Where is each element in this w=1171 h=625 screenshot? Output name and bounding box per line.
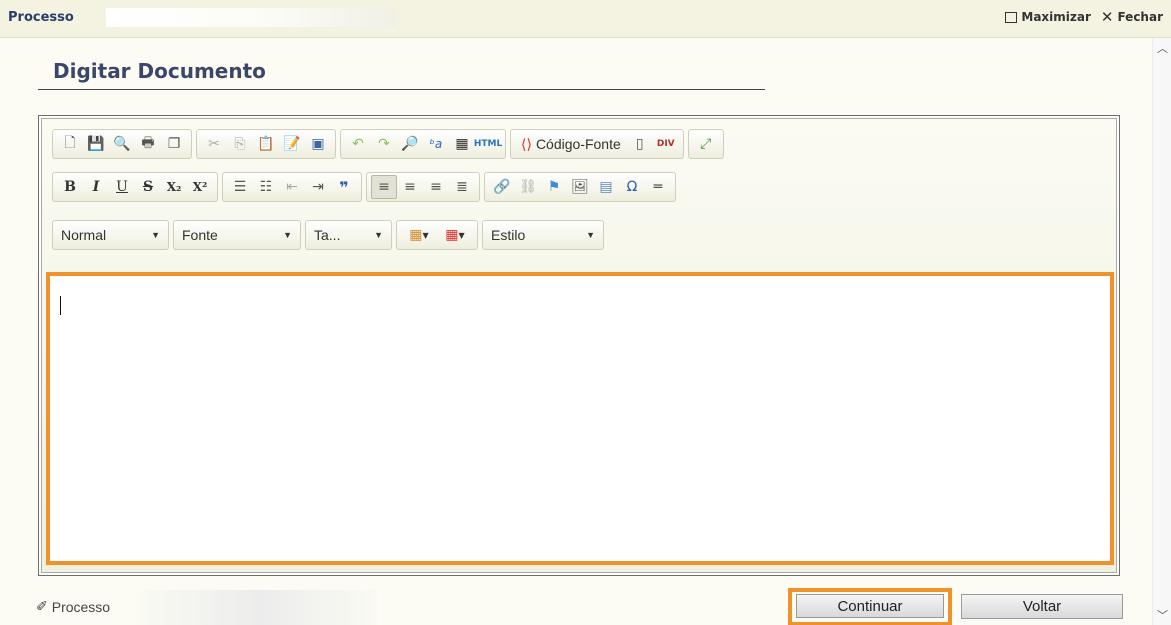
chevron-down-icon: ▼ xyxy=(586,230,595,240)
image-icon[interactable]: 🖼 xyxy=(567,175,593,199)
toolbar-group-maximize: ⤢ xyxy=(687,129,724,159)
paste-icon[interactable]: 📋 xyxy=(253,132,279,156)
content-area: Digitar Documento 🗋 💾 🔍 🖶 ❐ ✂ ⎘ 📋 📝 ▣ ↶ … xyxy=(0,38,1152,625)
html-icon[interactable]: HTML xyxy=(474,132,502,156)
maximize-editor-icon[interactable]: ⤢ xyxy=(693,132,719,156)
source-code-button[interactable]: ⟨⟩ Código-Fonte xyxy=(515,132,627,156)
italic-icon[interactable]: I xyxy=(83,175,109,199)
numbered-list-icon[interactable]: ☰ xyxy=(227,175,253,199)
undo-icon[interactable]: ↶ xyxy=(345,132,371,156)
bulleted-list-icon[interactable]: ☷ xyxy=(253,175,279,199)
align-right-icon[interactable]: ≡ xyxy=(423,175,449,199)
chevron-up-icon[interactable]: ︿ xyxy=(1153,40,1171,56)
redacted-process-id xyxy=(106,8,396,27)
window-titlebar: Processo Maximizar ✕ Fechar xyxy=(0,0,1171,38)
redo-icon[interactable]: ↷ xyxy=(371,132,397,156)
bg-color-icon[interactable]: ▦ ▼ xyxy=(437,223,473,247)
copy-icon[interactable]: ⎘ xyxy=(227,132,253,156)
chevron-down-icon: ▼ xyxy=(374,230,383,240)
redacted-process-number xyxy=(140,590,377,625)
process-link[interactable]: ✐ Processo xyxy=(36,598,110,615)
bold-icon[interactable]: B xyxy=(57,175,83,199)
text-cursor xyxy=(60,296,61,315)
new-page-icon[interactable]: 🗋 xyxy=(57,132,83,156)
underline-icon[interactable]: U xyxy=(109,175,135,199)
rich-text-editor: 🗋 💾 🔍 🖶 ❐ ✂ ⎘ 📋 📝 ▣ ↶ ↷ 🔎 ᵇa ▦ HTML ⟨⟩ C… xyxy=(38,115,1120,576)
toolbar-group-insert: 🔗 ⛓ ⚑ 🖼 ▤ Ω ═ xyxy=(484,172,676,202)
editor-content-area[interactable] xyxy=(46,272,1114,565)
outdent-icon[interactable]: ⇤ xyxy=(279,175,305,199)
find-icon[interactable]: 🔎 xyxy=(397,132,423,156)
format-select[interactable]: Normal ▼ xyxy=(52,220,169,250)
size-value: Ta... xyxy=(314,227,341,243)
toolbar-group-source: ⟨⟩ Código-Fonte ▯ DIV xyxy=(510,129,684,159)
toolbar-group-basicstyles: B I U S X₂ X² xyxy=(52,172,218,202)
page-title: Digitar Documento xyxy=(53,59,266,83)
paste-word-icon[interactable]: ▣ xyxy=(305,132,331,156)
link-icon[interactable]: 🔗 xyxy=(489,175,515,199)
anchor-icon[interactable]: ⚑ xyxy=(541,175,567,199)
preview-icon[interactable]: 🔍 xyxy=(109,132,135,156)
special-char-icon[interactable]: Ω xyxy=(619,175,645,199)
font-value: Fonte xyxy=(182,227,218,243)
toolbar-group-paragraph: ☰ ☷ ⇤ ⇥ ❞ xyxy=(222,172,362,202)
close-icon: ✕ xyxy=(1100,8,1114,26)
continue-button[interactable]: Continuar xyxy=(796,594,944,618)
source-code-label: Código-Fonte xyxy=(535,136,621,152)
div-container-icon[interactable]: DIV xyxy=(653,132,679,156)
toolbar-group-document: 🗋 💾 🔍 🖶 ❐ xyxy=(52,129,192,159)
font-select[interactable]: Fonte ▼ xyxy=(173,220,301,250)
pencil-icon: ✐ xyxy=(36,598,48,614)
process-link-label: Processo xyxy=(51,598,111,615)
text-color-icon[interactable]: ▦ ▼ xyxy=(401,223,437,247)
style-select[interactable]: Estilo ▼ xyxy=(482,220,604,250)
continue-button-highlight: Continuar xyxy=(788,588,952,625)
back-button[interactable]: Voltar xyxy=(961,594,1123,619)
toolbar-group-history: ↶ ↷ 🔎 ᵇa ▦ HTML xyxy=(340,129,506,159)
editor-chrome: 🗋 💾 🔍 🖶 ❐ ✂ ⎘ 📋 📝 ▣ ↶ ↷ 🔎 ᵇa ▦ HTML ⟨⟩ C… xyxy=(41,118,1117,573)
templates-icon[interactable]: ❐ xyxy=(161,132,187,156)
blockquote-icon[interactable]: ❞ xyxy=(331,175,357,199)
show-blocks-icon[interactable]: ▯ xyxy=(627,132,653,156)
source-code-icon: ⟨⟩ xyxy=(521,135,532,152)
toolbar-row-1: 🗋 💾 🔍 🖶 ❐ ✂ ⎘ 📋 📝 ▣ ↶ ↷ 🔎 ᵇa ▦ HTML ⟨⟩ C… xyxy=(52,129,724,159)
toolbar-group-colors: ▦ ▼ ▦ ▼ xyxy=(396,220,478,250)
close-button[interactable]: ✕ Fechar xyxy=(1100,8,1163,26)
close-label: Fechar xyxy=(1117,10,1163,24)
vertical-scrollbar[interactable]: ︿ ﹀ xyxy=(1152,38,1171,625)
table-icon[interactable]: ▤ xyxy=(593,175,619,199)
align-center-icon[interactable]: ≡ xyxy=(397,175,423,199)
cut-icon[interactable]: ✂ xyxy=(201,132,227,156)
chevron-down-icon: ▼ xyxy=(151,230,160,240)
superscript-icon[interactable]: X² xyxy=(187,175,213,199)
print-icon[interactable]: 🖶 xyxy=(135,132,161,156)
chevron-down-icon[interactable]: ﹀ xyxy=(1153,607,1171,623)
heading-divider xyxy=(38,89,765,90)
window-title: Processo xyxy=(8,10,74,25)
chevron-down-icon: ▼ xyxy=(283,230,292,240)
paste-text-icon[interactable]: 📝 xyxy=(279,132,305,156)
maximize-icon xyxy=(1005,11,1018,23)
save-icon[interactable]: 💾 xyxy=(83,132,109,156)
toolbar-group-clipboard: ✂ ⎘ 📋 📝 ▣ xyxy=(196,129,336,159)
horizontal-rule-icon[interactable]: ═ xyxy=(645,175,671,199)
align-left-icon[interactable]: ≡ xyxy=(371,175,397,199)
unlink-icon[interactable]: ⛓ xyxy=(515,175,541,199)
strike-icon[interactable]: S xyxy=(135,175,161,199)
justify-icon[interactable]: ≣ xyxy=(449,175,475,199)
toolbar-row-2: B I U S X₂ X² ☰ ☷ ⇤ ⇥ ❞ ≡ ≡ ≡ ≣ 🔗 ⛓ ⚑ 🖼 … xyxy=(52,172,676,202)
toolbar-row-3: Normal ▼ Fonte ▼ Ta... ▼ ▦▼ ▦▼ Estilo xyxy=(52,220,604,250)
toolbar-group-align: ≡ ≡ ≡ ≣ xyxy=(366,172,480,202)
size-select[interactable]: Ta... ▼ xyxy=(305,220,392,250)
replace-icon[interactable]: ᵇa xyxy=(423,132,449,156)
window-controls: Maximizar ✕ Fechar xyxy=(1005,8,1163,26)
subscript-icon[interactable]: X₂ xyxy=(161,175,187,199)
format-value: Normal xyxy=(61,227,107,243)
indent-icon[interactable]: ⇥ xyxy=(305,175,331,199)
style-value: Estilo xyxy=(491,227,526,243)
select-all-icon[interactable]: ▦ xyxy=(449,132,475,156)
maximize-button[interactable]: Maximizar xyxy=(1005,10,1091,24)
maximize-label: Maximizar xyxy=(1021,10,1091,24)
